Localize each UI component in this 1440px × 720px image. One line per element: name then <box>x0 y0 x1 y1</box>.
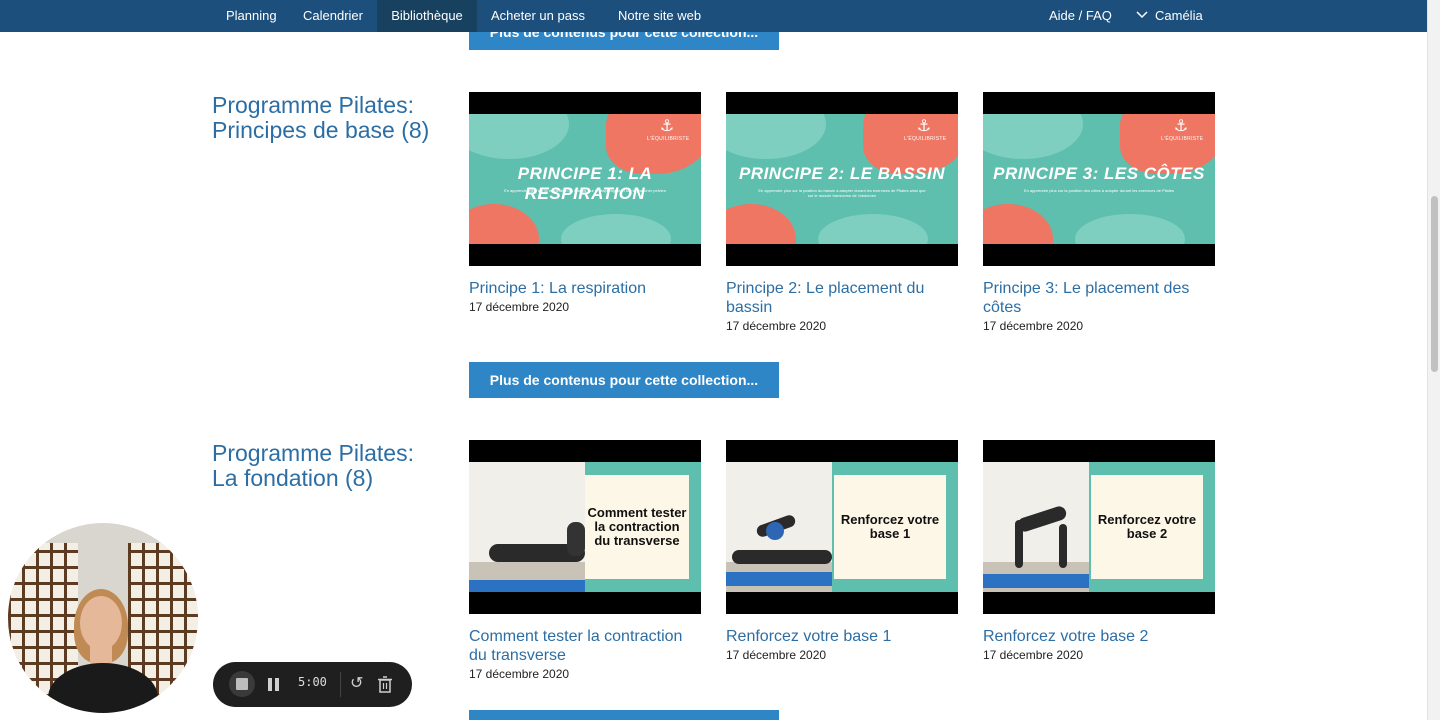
more-content-button[interactable]: Plus de contenus pour cette collection..… <box>469 362 779 398</box>
panel-text: Renforcez votre base 1 <box>834 475 946 579</box>
slide-heading: PRINCIPE 3: LES CÔTES <box>993 164 1205 183</box>
video-title[interactable]: Comment tester la contraction du transve… <box>469 627 701 665</box>
video-thumbnail[interactable]: ⚓ L'ÉQUILIBRISTE PRINCIPE 2: LE BASSIN En… <box>726 92 958 266</box>
video-title[interactable]: Renforcez votre base 2 <box>983 627 1215 646</box>
slide-subtitle: En apprendre plus sur la position du bas… <box>758 188 926 198</box>
nav-bibliotheque[interactable]: Bibliothèque <box>377 0 477 32</box>
slide-heading: PRINCIPE 1: LA RESPIRATION <box>517 164 653 203</box>
pause-button[interactable] <box>268 678 282 692</box>
video-card[interactable]: ⚓ L'ÉQUILIBRISTE PRINCIPE 1: LA RESPIRATI… <box>469 92 701 315</box>
video-title[interactable]: Principe 1: La respiration <box>469 279 701 298</box>
restart-icon[interactable]: ↺ <box>350 676 363 692</box>
chevron-down-icon[interactable] <box>1136 9 1148 21</box>
video-thumbnail[interactable]: Renforcez votre base 1 <box>726 440 958 614</box>
video-card[interactable]: Comment tester la contraction du transve… <box>469 440 701 682</box>
video-date: 17 décembre 2020 <box>469 667 570 681</box>
video-date: 17 décembre 2020 <box>726 319 827 333</box>
nav-site-web[interactable]: Notre site web <box>618 0 701 32</box>
video-card[interactable]: Renforcez votre base 2 Renforcez votre b… <box>983 440 1215 663</box>
video-card[interactable]: ⚓ L'ÉQUILIBRISTE PRINCIPE 3: LES CÔTES En… <box>983 92 1215 334</box>
slide-subtitle: En apprendre plus sur la position des cô… <box>1023 188 1175 193</box>
video-title[interactable]: Renforcez votre base 1 <box>726 627 958 646</box>
pilates-ball <box>766 522 784 540</box>
video-card[interactable]: Renforcez votre base 1 Renforcez votre b… <box>726 440 958 663</box>
anchor-icon: ⚓ L'ÉQUILIBRISTE <box>1161 118 1204 142</box>
user-menu[interactable]: Camélia <box>1155 0 1203 32</box>
recording-timer: 5:00 <box>298 675 327 689</box>
video-date: 17 décembre 2020 <box>983 319 1084 333</box>
webcam-bubble[interactable] <box>8 523 198 713</box>
panel-text: Renforcez votre base 2 <box>1091 475 1203 579</box>
trash-icon[interactable] <box>377 676 393 693</box>
nav-acheter-pass[interactable]: Acheter un pass <box>491 0 585 32</box>
slide-subtitle: En apprendre plus sur la respiration en … <box>504 188 666 193</box>
video-thumbnail[interactable]: ⚓ L'ÉQUILIBRISTE PRINCIPE 1: LA RESPIRATI… <box>469 92 701 266</box>
nav-calendrier[interactable]: Calendrier <box>303 0 363 32</box>
video-card[interactable]: ⚓ L'ÉQUILIBRISTE PRINCIPE 2: LE BASSIN En… <box>726 92 958 334</box>
slide-heading: PRINCIPE 2: LE BASSIN <box>738 164 946 183</box>
page: Planning Calendrier Bibliothèque Acheter… <box>0 0 1440 720</box>
recording-controls: 5:00 ↺ <box>213 662 412 707</box>
top-nav: Planning Calendrier Bibliothèque Acheter… <box>0 0 1427 32</box>
anchor-icon: ⚓ L'ÉQUILIBRISTE <box>647 118 690 142</box>
video-thumbnail[interactable]: Renforcez votre base 2 <box>983 440 1215 614</box>
section-count: (8) <box>401 117 430 143</box>
video-title[interactable]: Principe 3: Le placement des côtes <box>983 279 1215 317</box>
video-date: 17 décembre 2020 <box>983 648 1084 662</box>
scrollbar-thumb[interactable] <box>1431 196 1438 372</box>
section-count: (8) <box>345 465 374 491</box>
panel-text: Comment tester la contraction du transve… <box>585 475 689 579</box>
video-date: 17 décembre 2020 <box>469 300 570 314</box>
video-title[interactable]: Principe 2: Le placement du bassin <box>726 279 958 317</box>
stop-icon <box>236 678 248 690</box>
anchor-icon: ⚓ L'ÉQUILIBRISTE <box>904 118 947 142</box>
scrollbar[interactable] <box>1427 0 1440 720</box>
video-thumbnail[interactable]: ⚓ L'ÉQUILIBRISTE PRINCIPE 3: LES CÔTES En… <box>983 92 1215 266</box>
more-content-button-bottom[interactable] <box>469 710 779 720</box>
section-title-text[interactable]: Programme Pilates: Principes de base <box>212 92 414 143</box>
pause-icon <box>268 678 272 691</box>
section-title[interactable]: Programme Pilates: Principes de base (8) <box>212 93 442 143</box>
nav-planning[interactable]: Planning <box>226 0 277 32</box>
stop-recording-button[interactable] <box>229 671 255 697</box>
nav-help-faq[interactable]: Aide / FAQ <box>1049 0 1112 32</box>
section-title-text[interactable]: Programme Pilates: La fondation <box>212 440 414 491</box>
video-thumbnail[interactable]: Comment tester la contraction du transve… <box>469 440 701 614</box>
video-date: 17 décembre 2020 <box>726 648 827 662</box>
section-title[interactable]: Programme Pilates: La fondation (8) <box>212 441 442 491</box>
